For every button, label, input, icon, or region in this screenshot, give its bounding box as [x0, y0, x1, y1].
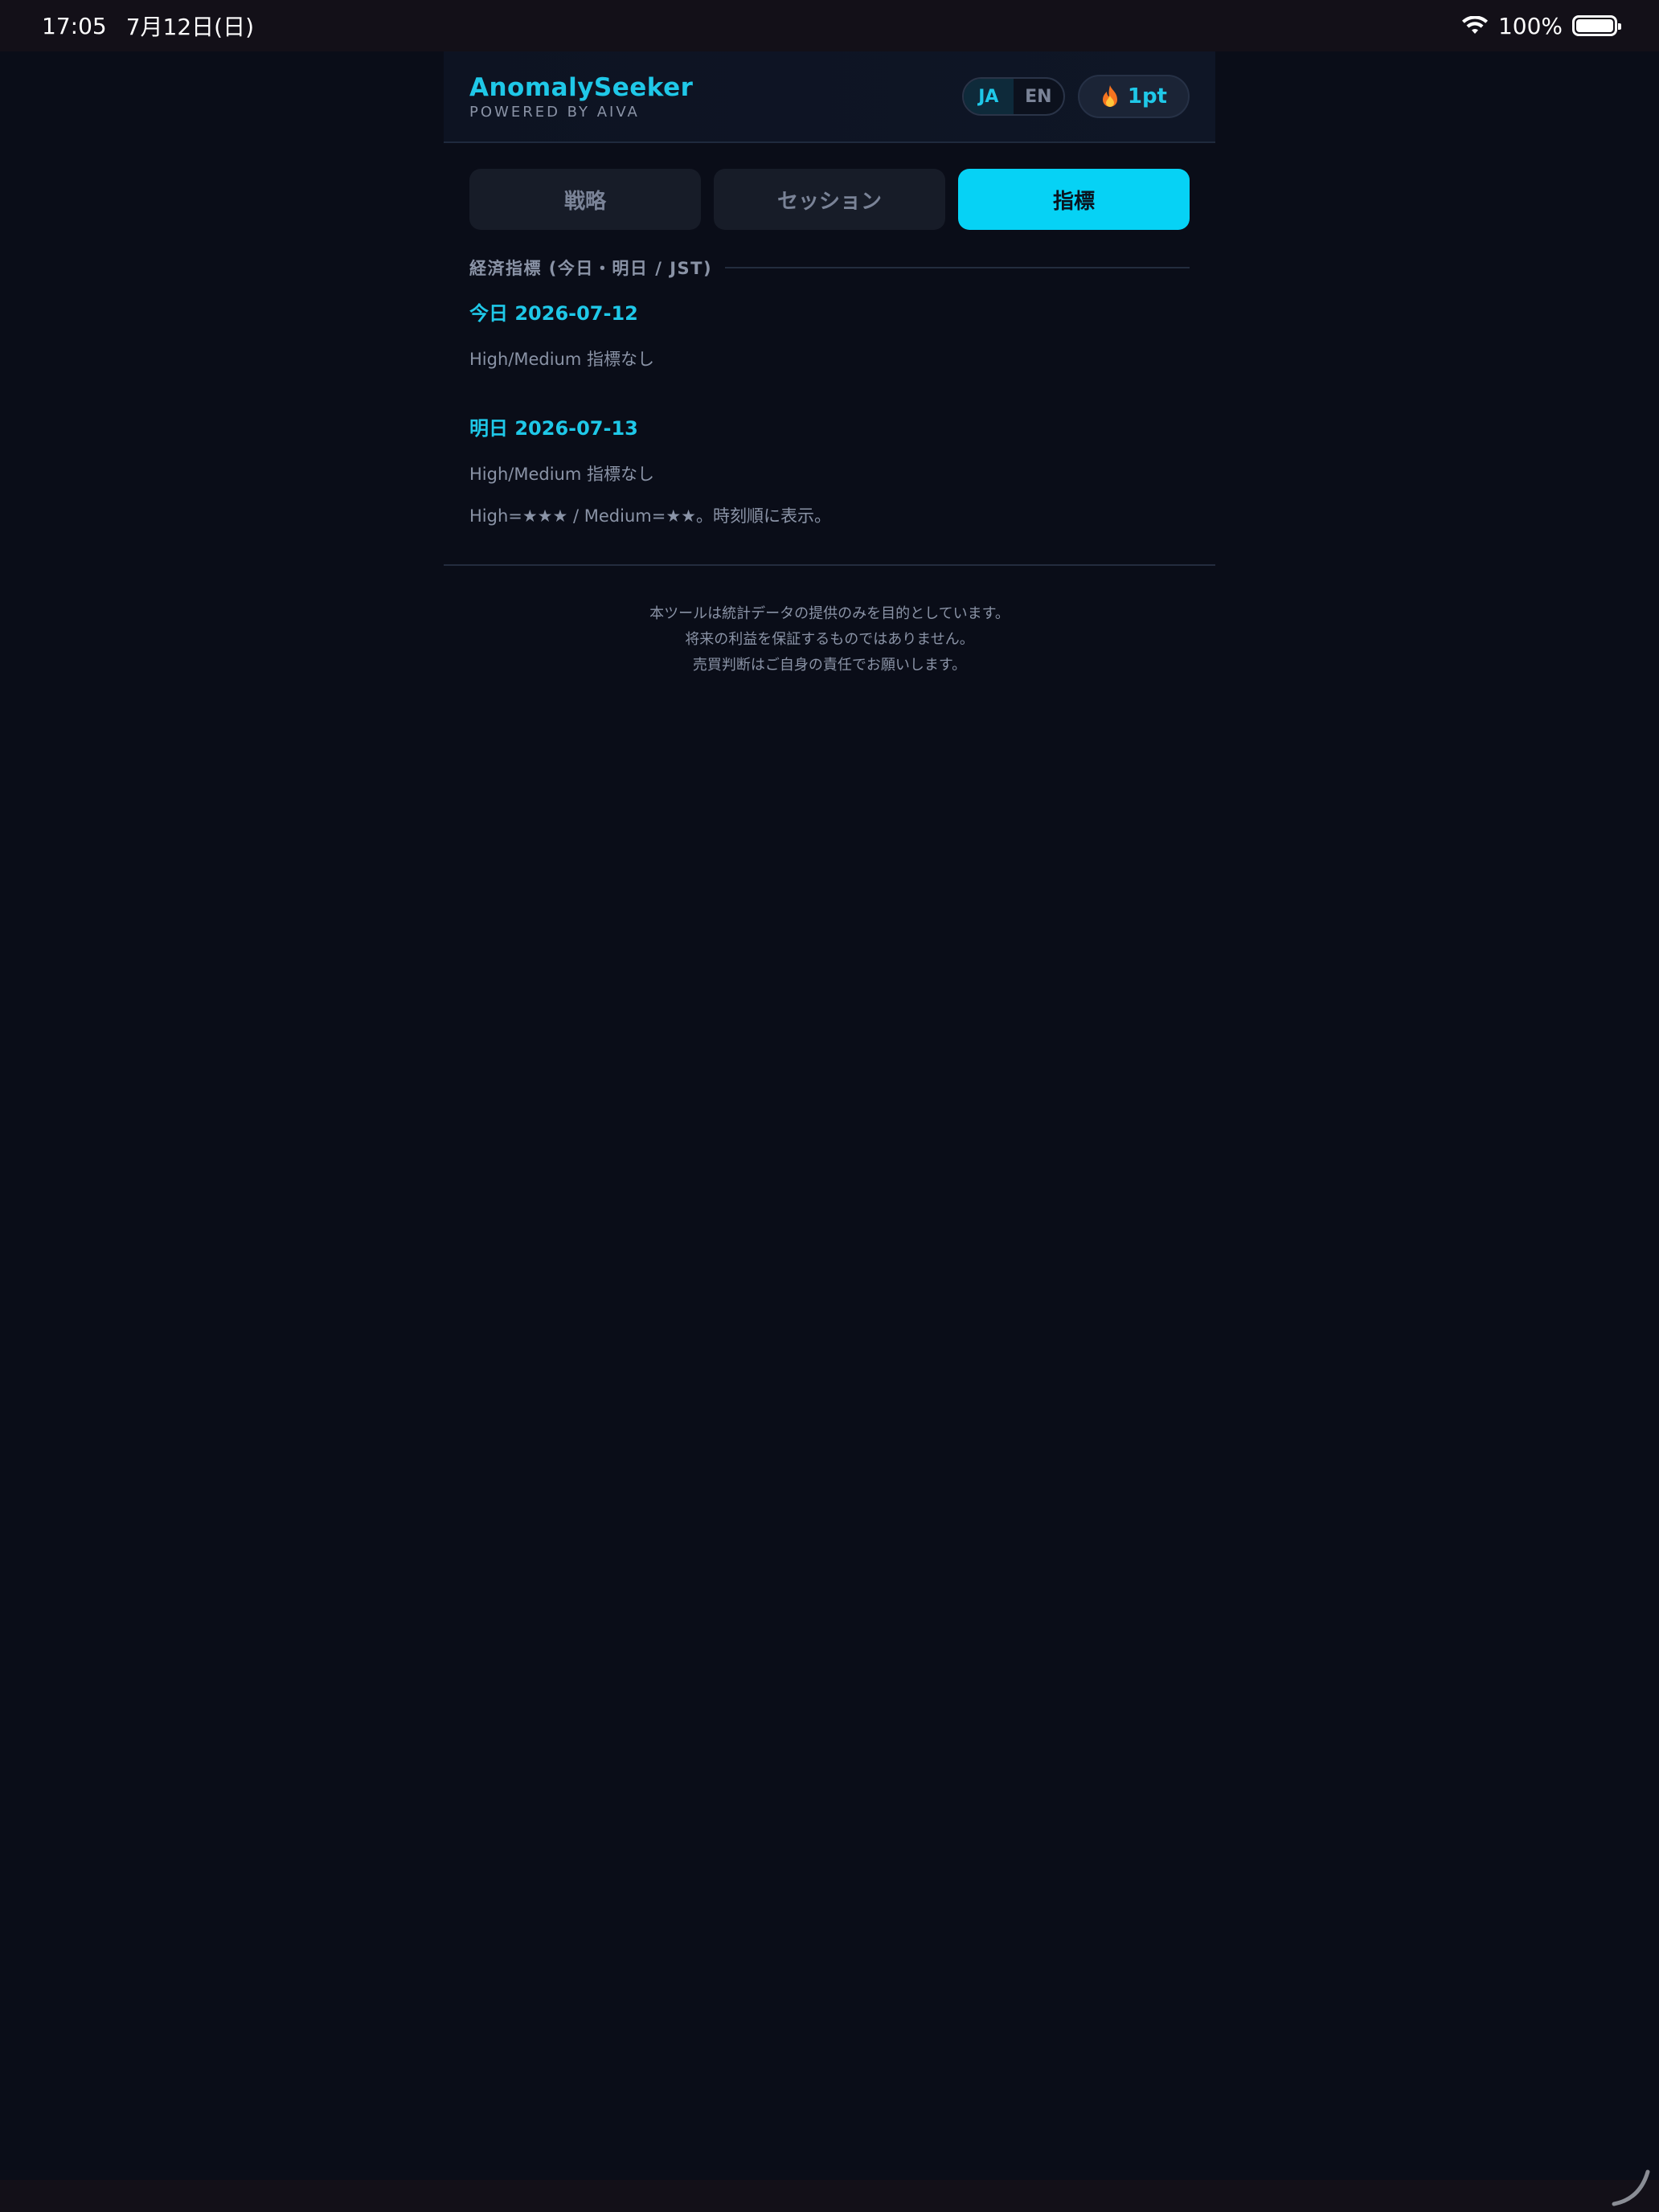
section-divider	[725, 267, 1190, 268]
brand: AnomalySeeker POWERED BY AIVA	[469, 73, 693, 121]
tomorrow-block: 明日 2026-07-13 High/Medium 指標なし High=★★★ …	[444, 371, 1215, 527]
flame-icon	[1102, 85, 1117, 107]
resize-handle-icon[interactable]	[1611, 2167, 1651, 2207]
today-block: 今日 2026-07-12 High/Medium 指標なし	[444, 280, 1215, 371]
tomorrow-note: High/Medium 指標なし	[469, 465, 654, 484]
today-title: 今日 2026-07-12	[469, 302, 638, 325]
status-time: 17:05	[42, 12, 107, 39]
wifi-icon	[1461, 16, 1488, 34]
status-bar: 17:05 7月12日(日) 100%	[0, 0, 1659, 51]
importance-legend: High=★★★ / Medium=★★。時刻順に表示。	[469, 506, 831, 526]
brand-subtitle: POWERED BY AIVA	[469, 103, 640, 121]
battery-icon	[1572, 15, 1621, 36]
tomorrow-title: 明日 2026-07-13	[469, 417, 638, 440]
disclaimer-line: 売買判断はご自身の責任でお願いします。	[692, 657, 967, 674]
app-container: AnomalySeeker POWERED BY AIVA JA EN 1pt …	[444, 51, 1215, 678]
today-note: High/Medium 指標なし	[469, 350, 654, 369]
battery-percent: 100%	[1497, 12, 1563, 39]
disclaimer: 本ツールは統計データの提供のみを目的としています。 将来の利益を保証するものでは…	[444, 566, 1215, 678]
tab-strategy[interactable]: 戦略	[469, 169, 701, 230]
lang-en-button[interactable]: EN	[1014, 79, 1063, 114]
lang-ja-button[interactable]: JA	[963, 79, 1014, 114]
indicators-section-header: 経済指標 (今日・明日 / JST)	[444, 230, 1215, 280]
brand-title: AnomalySeeker	[469, 72, 694, 102]
section-label: 経済指標 (今日・明日 / JST)	[469, 259, 713, 278]
language-toggle: JA EN	[961, 77, 1065, 116]
tab-bar: 戦略 セッション 指標	[444, 143, 1215, 230]
app-header: AnomalySeeker POWERED BY AIVA JA EN 1pt	[444, 51, 1215, 143]
disclaimer-line: 本ツールは統計データの提供のみを目的としています。	[649, 605, 1010, 622]
points-badge[interactable]: 1pt	[1077, 75, 1190, 118]
points-value: 1pt	[1127, 84, 1167, 109]
tab-session[interactable]: セッション	[714, 169, 945, 230]
tab-indicators[interactable]: 指標	[958, 169, 1190, 230]
home-indicator-bar	[0, 2180, 1659, 2212]
disclaimer-line: 将来の利益を保証するものではありません。	[685, 631, 974, 648]
status-date: 7月12日(日)	[125, 14, 254, 40]
